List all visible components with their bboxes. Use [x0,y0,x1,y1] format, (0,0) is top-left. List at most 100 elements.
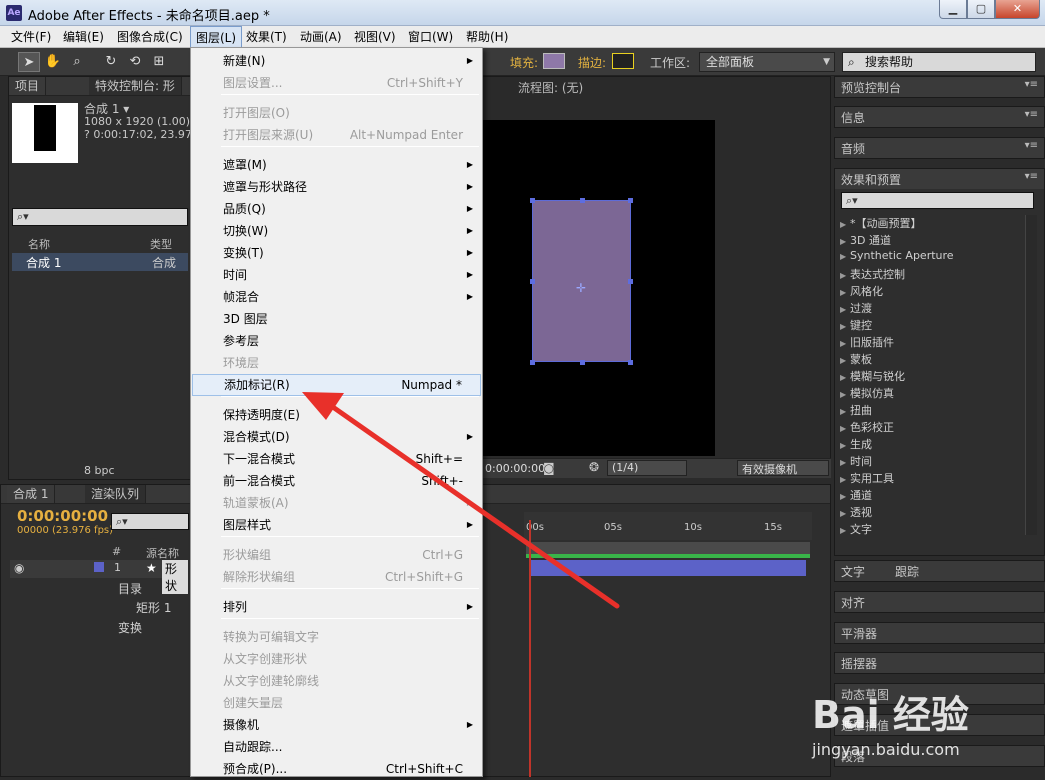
expand-triangle-icon[interactable]: ▶ [840,390,850,399]
menu-item[interactable]: 时间 ▶ [192,264,481,286]
effects-category-item[interactable]: ▶ 3D 通道 [840,232,891,248]
minimize-button[interactable]: ▁ [939,0,967,19]
help-search-input[interactable]: ⌕ 搜索帮助 [842,52,1036,72]
menu-item[interactable]: 遮罩(M) ▶ [192,154,481,176]
expand-triangle-icon[interactable]: ▶ [840,475,850,484]
effects-category-item[interactable]: ▶ 模糊与锐化 [840,368,905,384]
effects-category-item[interactable]: ▶ 透视 [840,504,872,520]
tab-effect-controls[interactable]: 特效控制台: 形 [89,77,182,95]
effects-category-item[interactable]: ▶ Synthetic Aperture [840,249,954,262]
menu-effect[interactable]: 效果(T) [241,26,292,48]
menu-item[interactable]: 图层样式 ▶ [192,514,481,536]
menu-item[interactable]: 摄像机 ▶ [192,714,481,736]
menu-item[interactable]: 品质(Q) ▶ [192,198,481,220]
audio-panel[interactable]: 音频 ▾≡ [834,137,1045,159]
bbox-handle[interactable] [530,360,535,365]
expand-triangle-icon[interactable]: ▶ [840,339,850,348]
workspace-select[interactable]: 全部面板 ▼ [699,52,835,72]
maximize-button[interactable]: ▢ [967,0,995,19]
expand-triangle-icon[interactable]: ▶ [840,458,850,467]
bbox-handle[interactable] [530,198,535,203]
work-area-bar[interactable] [526,542,810,554]
effects-category-item[interactable]: ▶ 扭曲 [840,402,872,418]
align-panel[interactable]: 对齐 [834,591,1045,613]
close-button[interactable]: ✕ [995,0,1040,19]
tab-render-queue[interactable]: 渲染队列 [85,485,147,503]
effects-category-item[interactable]: ▶ 通道 [840,487,872,503]
bpc-label[interactable]: 8 bpc [84,464,115,477]
menu-item[interactable]: 新建(N) ▶ [192,50,481,72]
menu-item[interactable]: 前一混合模式 Shift+- [192,470,481,492]
effects-category-item[interactable]: ▶ 生成 [840,436,872,452]
effects-category-item[interactable]: ▶ 风格化 [840,283,883,299]
effects-category-item[interactable]: ▶ 表达式控制 [840,266,905,282]
label-color-icon[interactable] [94,562,104,572]
menu-item[interactable]: 3D 图层 [192,308,481,330]
camera-select[interactable]: 有效摄像机 [737,460,829,476]
expand-triangle-icon[interactable]: ▶ [840,526,850,535]
fill-color-swatch[interactable] [543,53,565,69]
rotate-tool-icon[interactable]: ↻ [100,52,122,72]
info-panel[interactable]: 信息 ▾≡ [834,106,1045,128]
menu-view[interactable]: 视图(V) [349,26,401,48]
effects-category-item[interactable]: ▶ 模拟仿真 [840,385,894,401]
col-type-header[interactable]: 类型 [150,236,172,252]
anchor-point-icon[interactable]: ✛ [576,281,586,295]
bbox-handle[interactable] [530,279,535,284]
menu-item[interactable]: 参考层 [192,330,481,352]
selection-tool-icon[interactable]: ➤ [18,52,40,72]
bbox-handle[interactable] [628,360,633,365]
effects-search-input[interactable]: ⌕▾ [841,192,1034,209]
menu-animation[interactable]: 动画(A) [295,26,347,48]
expand-triangle-icon[interactable]: ▶ [840,288,850,297]
effects-category-item[interactable]: ▶ 实用工具 [840,470,894,486]
expand-triangle-icon[interactable]: ▶ [840,305,850,314]
col-name-header[interactable]: 名称 [28,236,50,252]
project-search-input[interactable]: ⌕▾ [12,208,188,226]
project-item-comp[interactable]: 合成 1 合成 [12,253,188,271]
timeline-timecode[interactable]: 0:00:00:00 [17,507,108,525]
text-tab[interactable]: 文字 [841,563,865,580]
effects-category-item[interactable]: ▶ 时间 [840,453,872,469]
text-panel[interactable]: 文字 跟踪 [834,560,1045,582]
expand-triangle-icon[interactable]: ▶ [840,424,850,433]
menu-item[interactable]: 下一混合模式 Shift+= [192,448,481,470]
menu-help[interactable]: 帮助(H) [461,26,513,48]
expand-triangle-icon[interactable]: ▶ [840,407,850,416]
tab-project[interactable]: 项目 [9,77,47,95]
expand-triangle-icon[interactable]: ▶ [840,271,850,280]
expand-triangle-icon[interactable]: ▶ [840,356,850,365]
timeline-search-input[interactable]: ⌕▾ [111,513,189,530]
menu-item[interactable]: 添加标记(R) Numpad * [192,374,481,396]
snapshot-icon[interactable]: ◙ [543,461,555,475]
color-channels-icon[interactable]: ❂ [589,460,599,474]
flowchart-tab[interactable]: 流程图: (无) [518,79,583,96]
effects-category-item[interactable]: ▶ 文字 [840,521,872,537]
menu-window[interactable]: 窗口(W) [403,26,458,48]
layer-duration-bar[interactable] [530,560,806,576]
expand-triangle-icon[interactable]: ▶ [840,252,850,261]
smoother-panel[interactable]: 平滑器 [834,622,1045,644]
bbox-handle[interactable] [628,198,633,203]
expand-triangle-icon[interactable]: ▶ [840,237,850,246]
effects-scrollbar[interactable] [1025,215,1037,535]
expand-triangle-icon[interactable]: ▶ [840,373,850,382]
expand-triangle-icon[interactable]: ▶ [840,509,850,518]
menu-edit[interactable]: 编辑(E) [58,26,109,48]
zoom-tool-icon[interactable]: ⌕ [66,52,88,72]
menu-item[interactable]: 遮罩与形状路径 ▶ [192,176,481,198]
wiggler-panel[interactable]: 摇摆器 [834,652,1045,674]
menu-item[interactable]: 切换(W) ▶ [192,220,481,242]
effects-category-item[interactable]: ▶ 旧版插件 [840,334,894,350]
menu-item[interactable]: 保持透明度(E) [192,404,481,426]
layer-row[interactable]: ◉ 1 ★ 形状 [10,560,188,594]
menu-composition[interactable]: 图像合成(C) [112,26,188,48]
menu-item[interactable]: 帧混合 ▶ [192,286,481,308]
tab-comp-1[interactable]: 合成 1 [7,485,56,503]
stroke-color-swatch[interactable] [612,53,634,69]
effects-category-item[interactable]: ▶ 蒙板 [840,351,872,367]
tracker-tab[interactable]: 跟踪 [895,563,919,580]
camera-tool-icon[interactable]: ⟲ [124,52,146,72]
transform-group[interactable]: 变换 [118,619,142,636]
menu-item[interactable]: 自动跟踪... [192,736,481,758]
